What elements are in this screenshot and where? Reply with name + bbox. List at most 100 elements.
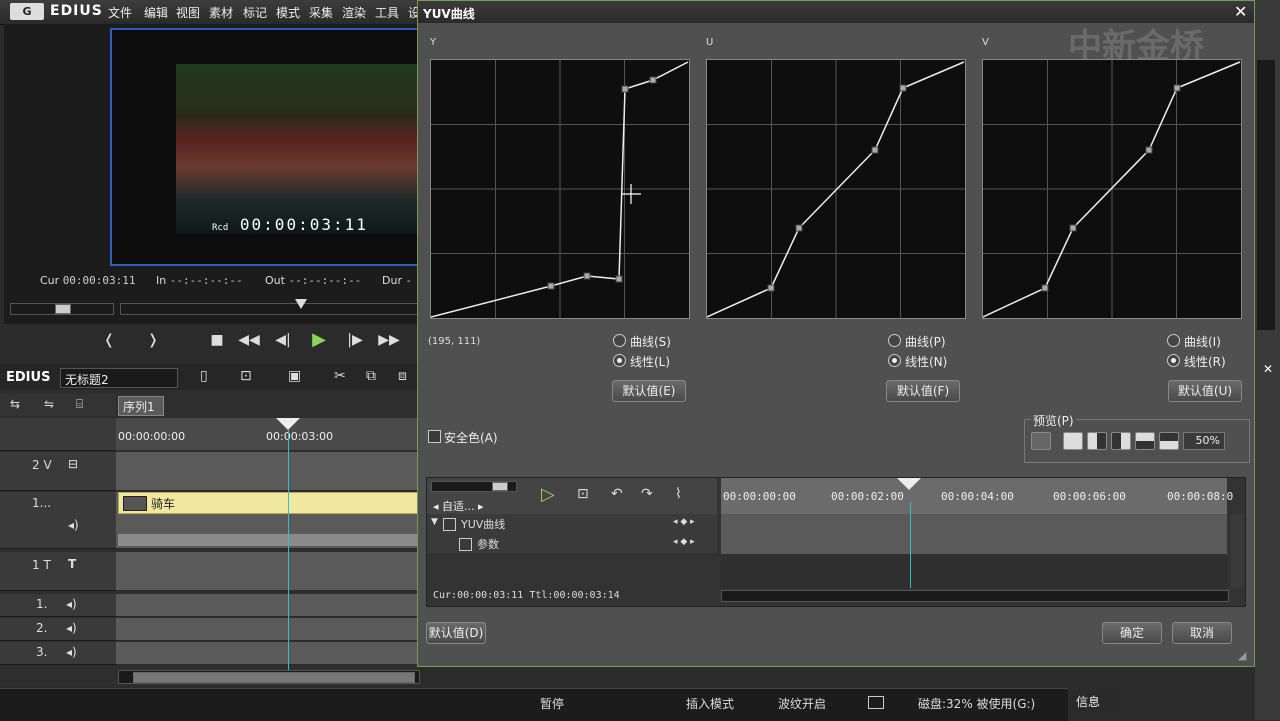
group-icon[interactable]: ⌸ bbox=[76, 397, 83, 412]
cut-icon[interactable]: ✂ bbox=[334, 368, 346, 384]
menu-edit[interactable]: 编辑 bbox=[144, 4, 168, 21]
rewind-icon[interactable]: ◀◀ bbox=[238, 330, 260, 350]
right-scrollbar[interactable] bbox=[1257, 60, 1275, 330]
keyframe-nav-icon[interactable]: ◂ ◆ ▸ bbox=[673, 517, 695, 527]
track-lane-a3[interactable] bbox=[116, 642, 418, 665]
y-control-point[interactable] bbox=[583, 272, 591, 280]
playhead-icon[interactable] bbox=[276, 418, 300, 430]
y-control-point[interactable] bbox=[547, 282, 555, 290]
audio-clip-bar[interactable] bbox=[118, 534, 418, 546]
track-lane-a1[interactable] bbox=[116, 594, 418, 617]
y-default-button[interactable]: 默认值(E) bbox=[612, 380, 686, 402]
copy-icon[interactable]: ⧉ bbox=[366, 368, 376, 384]
project-name-field[interactable]: 无标题2 bbox=[60, 368, 178, 388]
kf-scrollbar[interactable] bbox=[721, 590, 1229, 602]
y-control-point[interactable] bbox=[615, 275, 623, 283]
redo-icon[interactable]: ↷ bbox=[641, 486, 653, 502]
ok-button[interactable]: 确定 bbox=[1102, 622, 1162, 644]
menu-file[interactable]: 文件 bbox=[108, 4, 132, 21]
keyframe-play-icon[interactable]: ▷ bbox=[541, 484, 555, 505]
eyedropper-icon[interactable] bbox=[1031, 432, 1051, 450]
close-icon[interactable]: ✕ bbox=[1263, 362, 1273, 376]
track-lane-1va[interactable]: 骑车 bbox=[116, 492, 420, 549]
video-mute-icon[interactable]: ⊟ bbox=[68, 457, 78, 471]
kf-row-yuv-curve[interactable]: ▼ YUV曲线 ◂ ◆ ▸ bbox=[427, 514, 717, 535]
y-linear-radio[interactable] bbox=[613, 354, 626, 367]
kf-vscrollbar[interactable] bbox=[1231, 514, 1243, 588]
expand-icon[interactable]: ▼ bbox=[431, 517, 438, 527]
auto-fit-select[interactable]: ◂ 自适... ▸ bbox=[433, 498, 484, 514]
keyframe-nav-icon[interactable]: ◂ ◆ ▸ bbox=[673, 537, 695, 547]
tab-sequence1[interactable]: 序列1 bbox=[118, 396, 164, 416]
kf-playhead-icon[interactable] bbox=[897, 478, 921, 490]
status-ripple[interactable]: 波纹开启 bbox=[778, 695, 826, 712]
zoom-value[interactable]: 50% bbox=[1183, 432, 1225, 450]
yuv-curve-checkbox[interactable] bbox=[443, 518, 456, 531]
info-tab[interactable]: 信息 bbox=[1070, 690, 1118, 710]
shuttle-knob[interactable] bbox=[55, 304, 71, 314]
paste-icon[interactable]: ⧈ bbox=[398, 368, 407, 384]
track-header-a1[interactable]: 1. ◂) bbox=[0, 594, 116, 617]
speaker-icon[interactable]: ◂) bbox=[68, 518, 79, 532]
position-slider[interactable] bbox=[120, 299, 418, 315]
kf-lane-yuv[interactable] bbox=[721, 514, 1227, 535]
y-curve-radio[interactable] bbox=[613, 334, 626, 347]
status-insert-mode[interactable]: 插入模式 bbox=[686, 695, 734, 712]
u-curve-radio[interactable] bbox=[888, 334, 901, 347]
keyframe-zoom-slider[interactable] bbox=[431, 481, 517, 492]
new-icon[interactable]: ▯ bbox=[200, 368, 208, 384]
track-lane-2v[interactable] bbox=[116, 452, 418, 491]
track-lane-1t[interactable] bbox=[116, 552, 418, 591]
kf-lane-params[interactable] bbox=[721, 534, 1227, 555]
kf-row-params[interactable]: 参数 ◂ ◆ ▸ bbox=[427, 534, 717, 555]
menu-view[interactable]: 视图 bbox=[176, 4, 200, 21]
speaker-icon[interactable]: ◂) bbox=[66, 645, 77, 659]
y-curve-plot[interactable] bbox=[430, 59, 690, 319]
v-control-point[interactable] bbox=[1069, 224, 1077, 232]
graph-icon[interactable]: ⌇ bbox=[675, 486, 682, 502]
v-control-point[interactable] bbox=[1145, 146, 1153, 154]
fast-forward-icon[interactable]: ▶▶ bbox=[378, 330, 400, 350]
speaker-icon[interactable]: ◂) bbox=[66, 597, 77, 611]
v-linear-radio[interactable] bbox=[1167, 354, 1180, 367]
preview-split-left-icon[interactable] bbox=[1087, 432, 1107, 450]
mode-icon[interactable]: ⇆ bbox=[10, 397, 20, 411]
step-back-icon[interactable]: ◀| bbox=[272, 330, 294, 350]
v-curve-radio[interactable] bbox=[1167, 334, 1180, 347]
y-control-point[interactable] bbox=[649, 76, 657, 84]
track-lane-a2[interactable] bbox=[116, 618, 418, 641]
u-linear-radio[interactable] bbox=[888, 354, 901, 367]
track-header-2v[interactable]: 2 V ⊟ bbox=[0, 452, 116, 491]
y-control-point[interactable] bbox=[621, 85, 629, 93]
position-marker-icon[interactable] bbox=[295, 299, 307, 309]
save-icon[interactable]: ▣ bbox=[288, 368, 301, 384]
resize-grip-icon[interactable]: ◢ bbox=[1238, 649, 1246, 662]
preview-split-top-icon[interactable] bbox=[1135, 432, 1155, 450]
v-control-point[interactable] bbox=[1173, 84, 1181, 92]
cancel-button[interactable]: 取消 bbox=[1172, 622, 1232, 644]
link-icon[interactable]: ⇋ bbox=[44, 397, 54, 411]
shuttle-slider[interactable] bbox=[10, 303, 114, 315]
track-header-a3[interactable]: 3. ◂) bbox=[0, 642, 116, 665]
speaker-icon[interactable]: ◂) bbox=[66, 621, 77, 635]
track-header-a2[interactable]: 2. ◂) bbox=[0, 618, 116, 641]
v-control-point[interactable] bbox=[1041, 284, 1049, 292]
timeline-scroll-thumb[interactable] bbox=[133, 672, 415, 683]
track-header-1va[interactable]: 1... ◂) bbox=[0, 492, 116, 549]
v-default-button[interactable]: 默认值(U) bbox=[1168, 380, 1242, 402]
u-control-point[interactable] bbox=[871, 146, 879, 154]
preview-full-icon[interactable] bbox=[1063, 432, 1083, 450]
track-header-1t[interactable]: 1 T T bbox=[0, 552, 116, 591]
params-checkbox[interactable] bbox=[459, 538, 472, 551]
u-default-button[interactable]: 默认值(F) bbox=[886, 380, 960, 402]
set-out-icon[interactable]: ❭ bbox=[142, 330, 164, 350]
v-curve-plot[interactable] bbox=[982, 59, 1242, 319]
play-icon[interactable]: ▶ bbox=[308, 330, 330, 350]
timeline-scrollbar[interactable] bbox=[118, 670, 420, 684]
clip-bike[interactable]: 骑车 bbox=[118, 492, 420, 514]
open-icon[interactable]: ⊡ bbox=[240, 368, 252, 384]
step-forward-icon[interactable]: |▶ bbox=[344, 330, 366, 350]
stop-icon[interactable]: ■ bbox=[206, 330, 228, 350]
u-control-point[interactable] bbox=[795, 224, 803, 232]
keyframe-ruler[interactable]: 00:00:00:00 00:00:02:00 00:00:04:00 00:0… bbox=[721, 478, 1233, 514]
